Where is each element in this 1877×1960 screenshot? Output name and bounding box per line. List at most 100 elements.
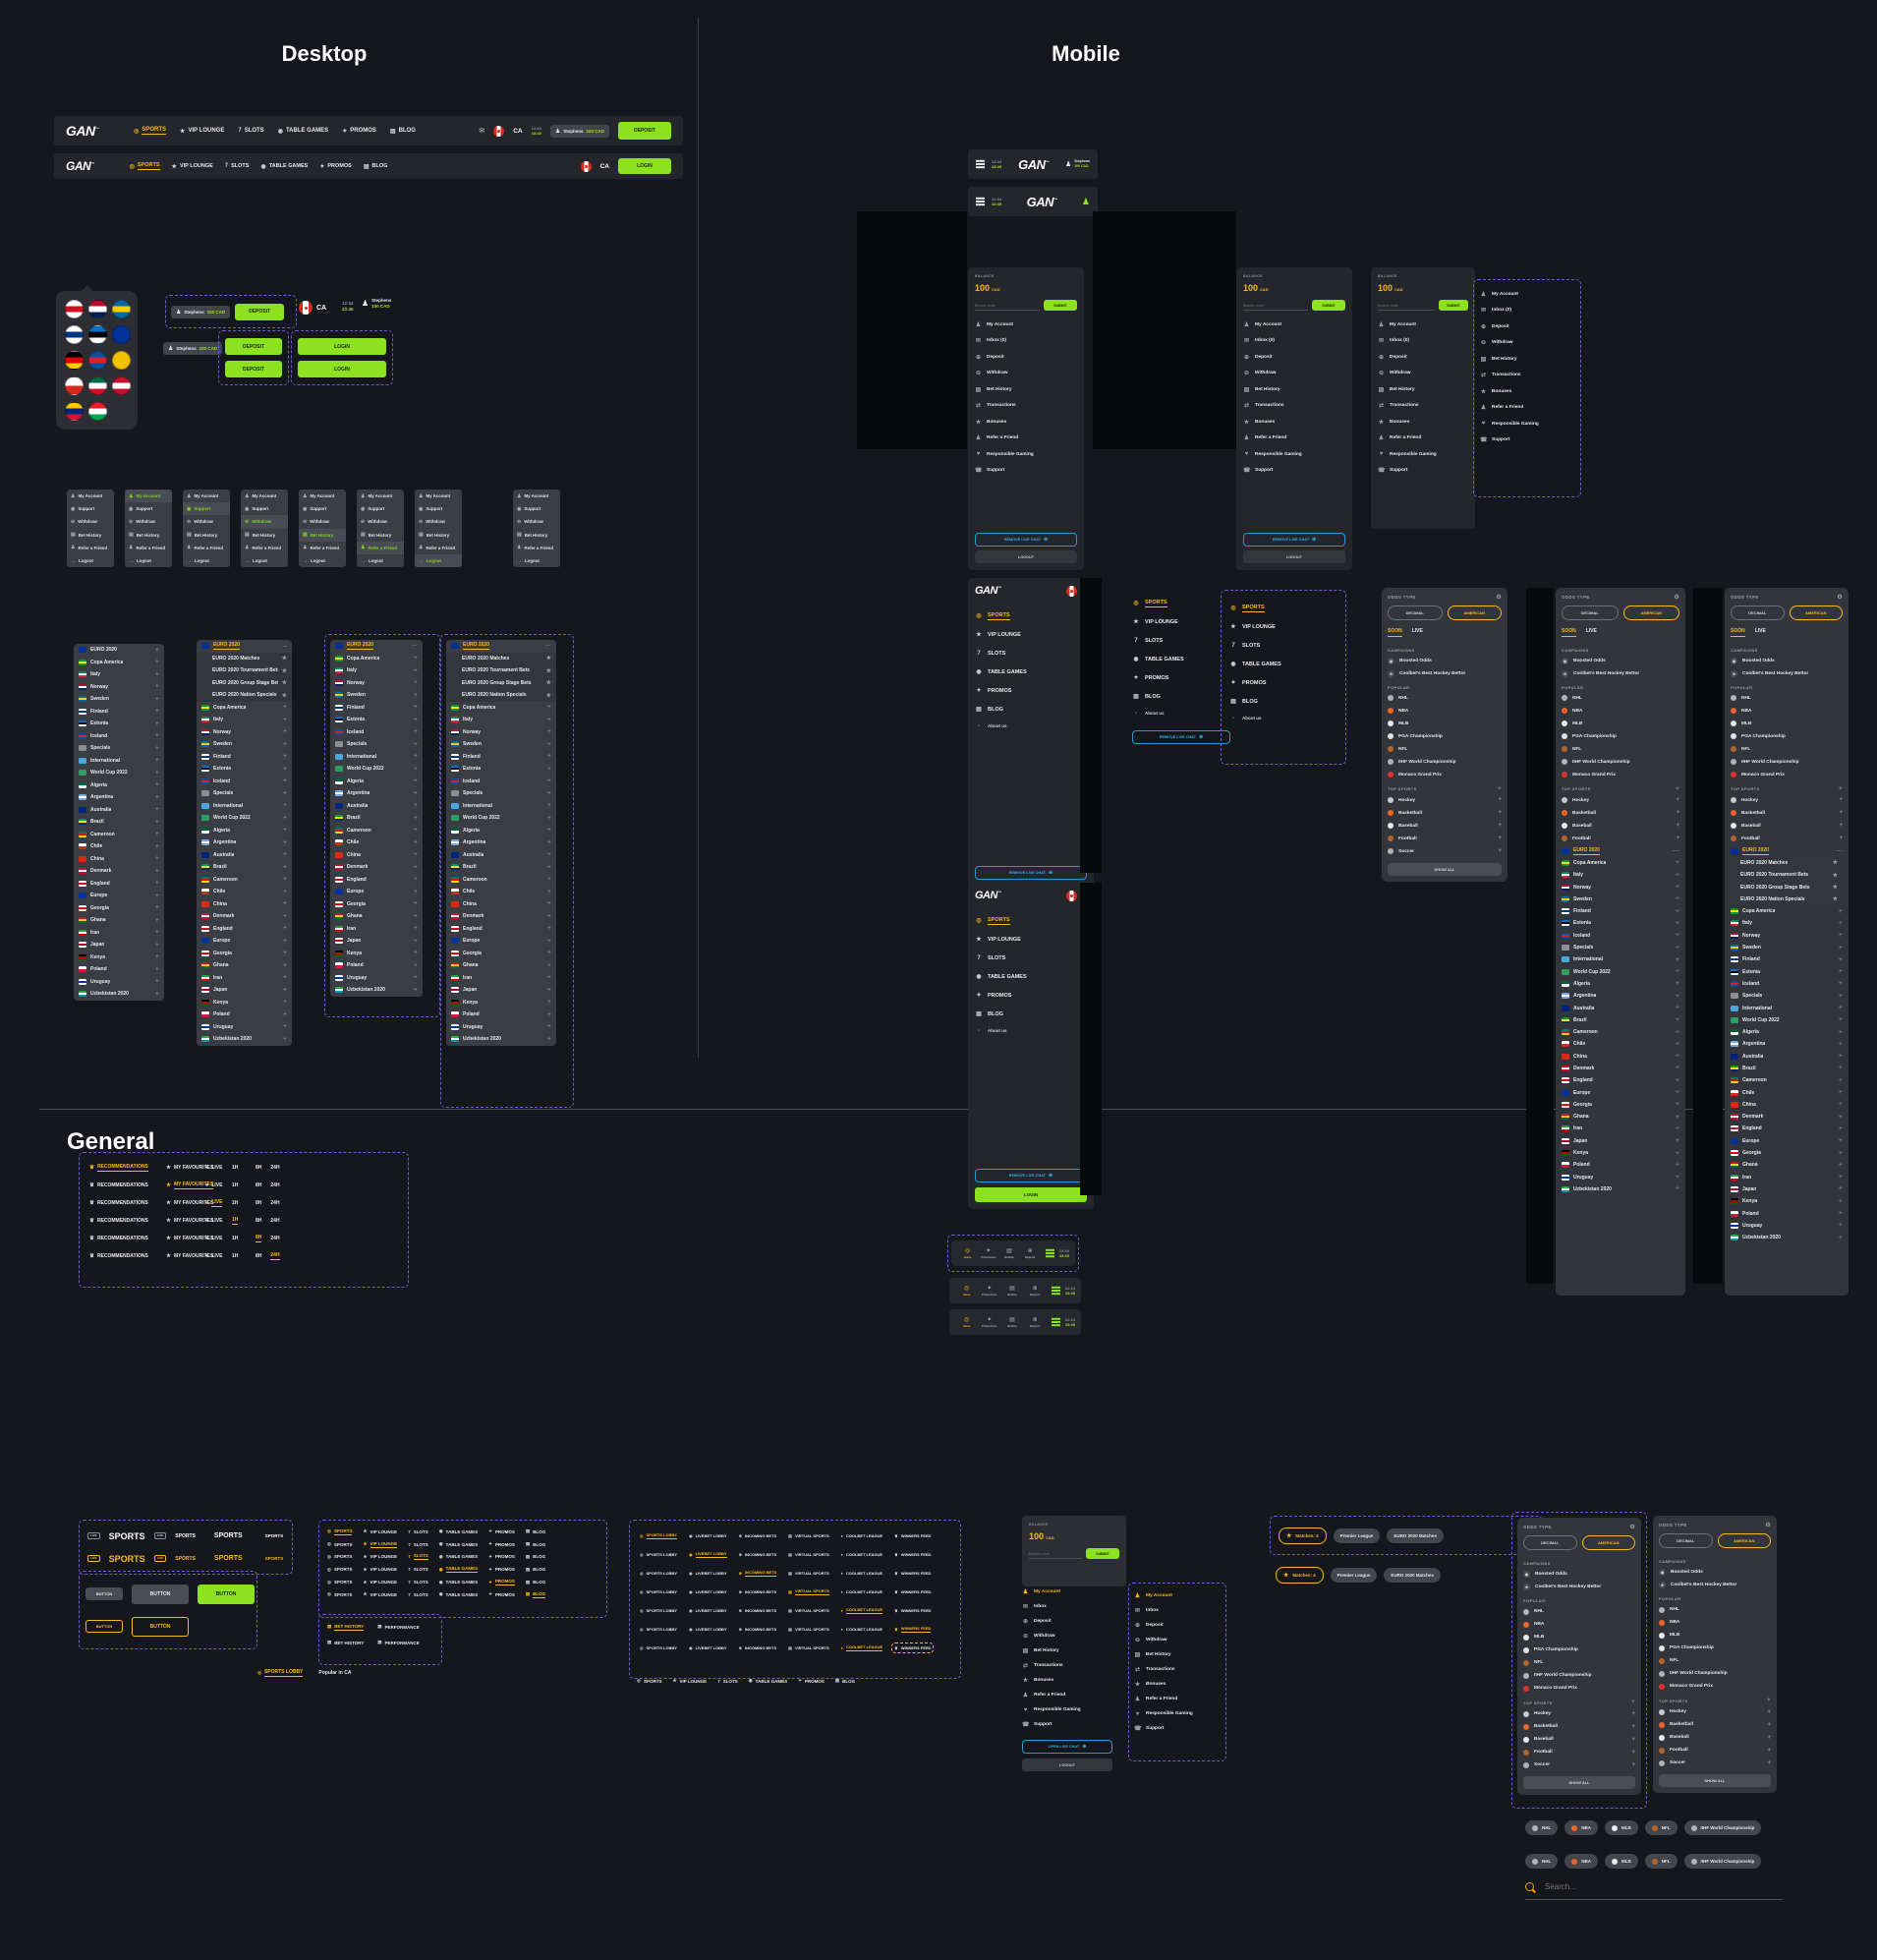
- league-pill[interactable]: NHL: [1525, 1854, 1558, 1869]
- lobby-tab[interactable]: ♛WINNERS FEED: [894, 1645, 931, 1650]
- nav-item[interactable]: ◉TABLE GAMES: [439, 1580, 478, 1585]
- campaign-item[interactable]: ★Coolbet's Best Hockey Bettor: [1388, 667, 1502, 680]
- sports-item[interactable]: Italy+: [197, 714, 292, 726]
- account-menu-item[interactable]: ⇄Transactions: [1378, 398, 1468, 415]
- sports-item[interactable]: Algeria+: [446, 825, 556, 837]
- plus-icon[interactable]: +: [283, 827, 287, 834]
- plus-icon[interactable]: +: [1839, 920, 1843, 927]
- plus-icon[interactable]: +: [1767, 1698, 1771, 1703]
- top-sport-item[interactable]: Soccer+: [1388, 845, 1502, 858]
- account-menu-item[interactable]: →Logout: [125, 554, 172, 567]
- sports-item[interactable]: Europe+: [1731, 1135, 1843, 1147]
- odds-view-tab[interactable]: LIVE: [1586, 628, 1597, 637]
- lobby-tab[interactable]: ♦COOLBET LEAGUE: [841, 1571, 882, 1576]
- more-options-icon[interactable]: ⋯: [1836, 847, 1843, 855]
- account-menu-item[interactable]: ⇄Transactions: [1134, 1662, 1221, 1677]
- more-options-icon[interactable]: ⋯: [544, 642, 551, 650]
- lobby-tab[interactable]: 1H: [229, 1182, 247, 1188]
- nav-item[interactable]: ★VIP LOUNGE: [363, 1567, 397, 1573]
- sports-item-euro-2020-active[interactable]: EURO 2020⋯: [1562, 845, 1679, 857]
- plus-icon[interactable]: +: [155, 843, 159, 850]
- sports-item[interactable]: Japan+: [1562, 1135, 1679, 1147]
- user-balance-widget[interactable]: ♟Stephens100 CAD: [1065, 159, 1090, 168]
- plus-icon[interactable]: +: [1839, 1235, 1843, 1241]
- plus-icon[interactable]: +: [283, 900, 287, 907]
- popular-league-item[interactable]: MLB: [1388, 718, 1502, 730]
- odds-view-tab[interactable]: SOON: [1731, 628, 1745, 637]
- account-menu-item[interactable]: ⊖Withdraw: [1243, 366, 1345, 382]
- account-menu-item[interactable]: ✉Inbox: [1134, 1603, 1221, 1618]
- sports-item[interactable]: Specials+: [330, 738, 423, 751]
- plus-icon[interactable]: +: [1498, 810, 1502, 816]
- sports-item[interactable]: China+: [1731, 1099, 1843, 1111]
- inbox-mail-icon[interactable]: ✉: [479, 127, 484, 135]
- bottom-bar-item[interactable]: ◎Home: [955, 1285, 978, 1297]
- lobby-tab[interactable]: ●LIVE: [205, 1199, 223, 1208]
- sports-item[interactable]: England+: [330, 874, 423, 887]
- campaign-item[interactable]: ◉Boosted Odds: [1388, 655, 1502, 667]
- lobby-tab[interactable]: 24H: [267, 1252, 279, 1261]
- search-input[interactable]: [1543, 1881, 1783, 1892]
- popular-league-item[interactable]: NHL: [1562, 692, 1679, 705]
- deposit-button[interactable]: DEPOSIT: [235, 304, 284, 320]
- plus-icon[interactable]: +: [283, 1023, 287, 1030]
- popular-league-item[interactable]: MLB: [1562, 718, 1679, 730]
- hamburger-menu-icon[interactable]: [1052, 1321, 1060, 1323]
- plus-icon[interactable]: +: [155, 953, 159, 960]
- campaign-item[interactable]: ◉Boosted Odds: [1562, 655, 1679, 667]
- nav-item[interactable]: ◎SPORTS: [130, 162, 160, 171]
- popular-league-item[interactable]: PGA Championship: [1731, 730, 1843, 743]
- sports-item[interactable]: Finland+: [197, 751, 292, 764]
- plus-icon[interactable]: +: [283, 1011, 287, 1018]
- top-sport-item[interactable]: Hockey+: [1523, 1707, 1635, 1720]
- submit-button[interactable]: SUBMIT: [1086, 1548, 1119, 1559]
- sports-item[interactable]: Sweden+: [1562, 894, 1679, 905]
- sports-item[interactable]: Cameroon+: [1562, 1026, 1679, 1038]
- plus-icon[interactable]: +: [1631, 1711, 1635, 1717]
- sports-item[interactable]: Poland+: [330, 959, 423, 972]
- plus-icon[interactable]: +: [155, 794, 159, 801]
- account-menu-item[interactable]: ♟My Account: [1480, 286, 1574, 303]
- plus-icon[interactable]: +: [283, 766, 287, 773]
- popular-league-item[interactable]: NHL: [1523, 1605, 1635, 1618]
- plus-icon[interactable]: +: [547, 704, 551, 711]
- sports-item[interactable]: International+: [330, 751, 423, 764]
- lobby-tab[interactable]: 24H: [267, 1182, 279, 1188]
- sports-item[interactable]: Italy+: [1731, 917, 1843, 929]
- sports-item[interactable]: Argentina+: [330, 787, 423, 800]
- account-menu-item[interactable]: ★Bonuses: [1378, 414, 1468, 431]
- sports-item[interactable]: Uzbekistan 2020+: [330, 984, 423, 997]
- lobby-tab[interactable]: ▤VIRTUAL SPORTS: [788, 1571, 829, 1576]
- sports-item[interactable]: Japan+: [74, 939, 164, 951]
- plus-icon[interactable]: +: [1498, 797, 1502, 803]
- lobby-tab[interactable]: 8H: [253, 1235, 261, 1243]
- lobby-tab[interactable]: 1H: [229, 1217, 247, 1226]
- lobby-tab[interactable]: ▤VIRTUAL SPORTS: [788, 1645, 829, 1650]
- account-menu-item[interactable]: ◉Support: [125, 502, 172, 515]
- nav-item[interactable]: ★VIP LOUNGE: [975, 930, 1087, 949]
- lobby-tab[interactable]: ⊕INCOMING BETS: [739, 1533, 777, 1538]
- sports-item[interactable]: Iceland+: [446, 776, 556, 788]
- plus-icon[interactable]: +: [155, 696, 159, 703]
- sports-item[interactable]: Argentina+: [1731, 1038, 1843, 1050]
- favourite-matches-pill[interactable]: ★Matches: 4: [1279, 1528, 1327, 1544]
- plus-icon[interactable]: +: [1839, 945, 1843, 951]
- sports-item[interactable]: Georgia+: [1562, 1099, 1679, 1111]
- campaign-item[interactable]: ★Coolbet's Best Hockey Bettor: [1562, 667, 1679, 680]
- account-menu-item[interactable]: ♟My Account: [1022, 1585, 1112, 1599]
- gan-logo[interactable]: GAN™: [975, 890, 1000, 901]
- plus-icon[interactable]: +: [283, 790, 287, 797]
- plus-icon[interactable]: +: [1676, 1077, 1679, 1084]
- sports-item[interactable]: Uruguay+: [1731, 1220, 1843, 1232]
- plus-icon[interactable]: +: [1676, 968, 1679, 975]
- nav-item[interactable]: ✦PROMOS: [319, 162, 351, 171]
- top-sport-item[interactable]: Soccer+: [1523, 1758, 1635, 1771]
- gan-logo[interactable]: GAN™: [66, 159, 94, 173]
- euro-sub-item[interactable]: EURO 2020 Tournament Bets★: [1731, 869, 1843, 881]
- lobby-tab[interactable]: ♦COOLBET LEAGUE: [841, 1589, 882, 1594]
- euro-sub-item[interactable]: EURO 2020 Tournament Bets★: [197, 664, 292, 677]
- account-menu-item[interactable]: ♟My Account: [357, 490, 404, 502]
- popular-league-item[interactable]: IIHF World Championship: [1659, 1667, 1771, 1680]
- account-menu-item[interactable]: ⊖Withdraw: [241, 515, 288, 528]
- nav-item[interactable]: ✦PROMOS: [488, 1567, 515, 1573]
